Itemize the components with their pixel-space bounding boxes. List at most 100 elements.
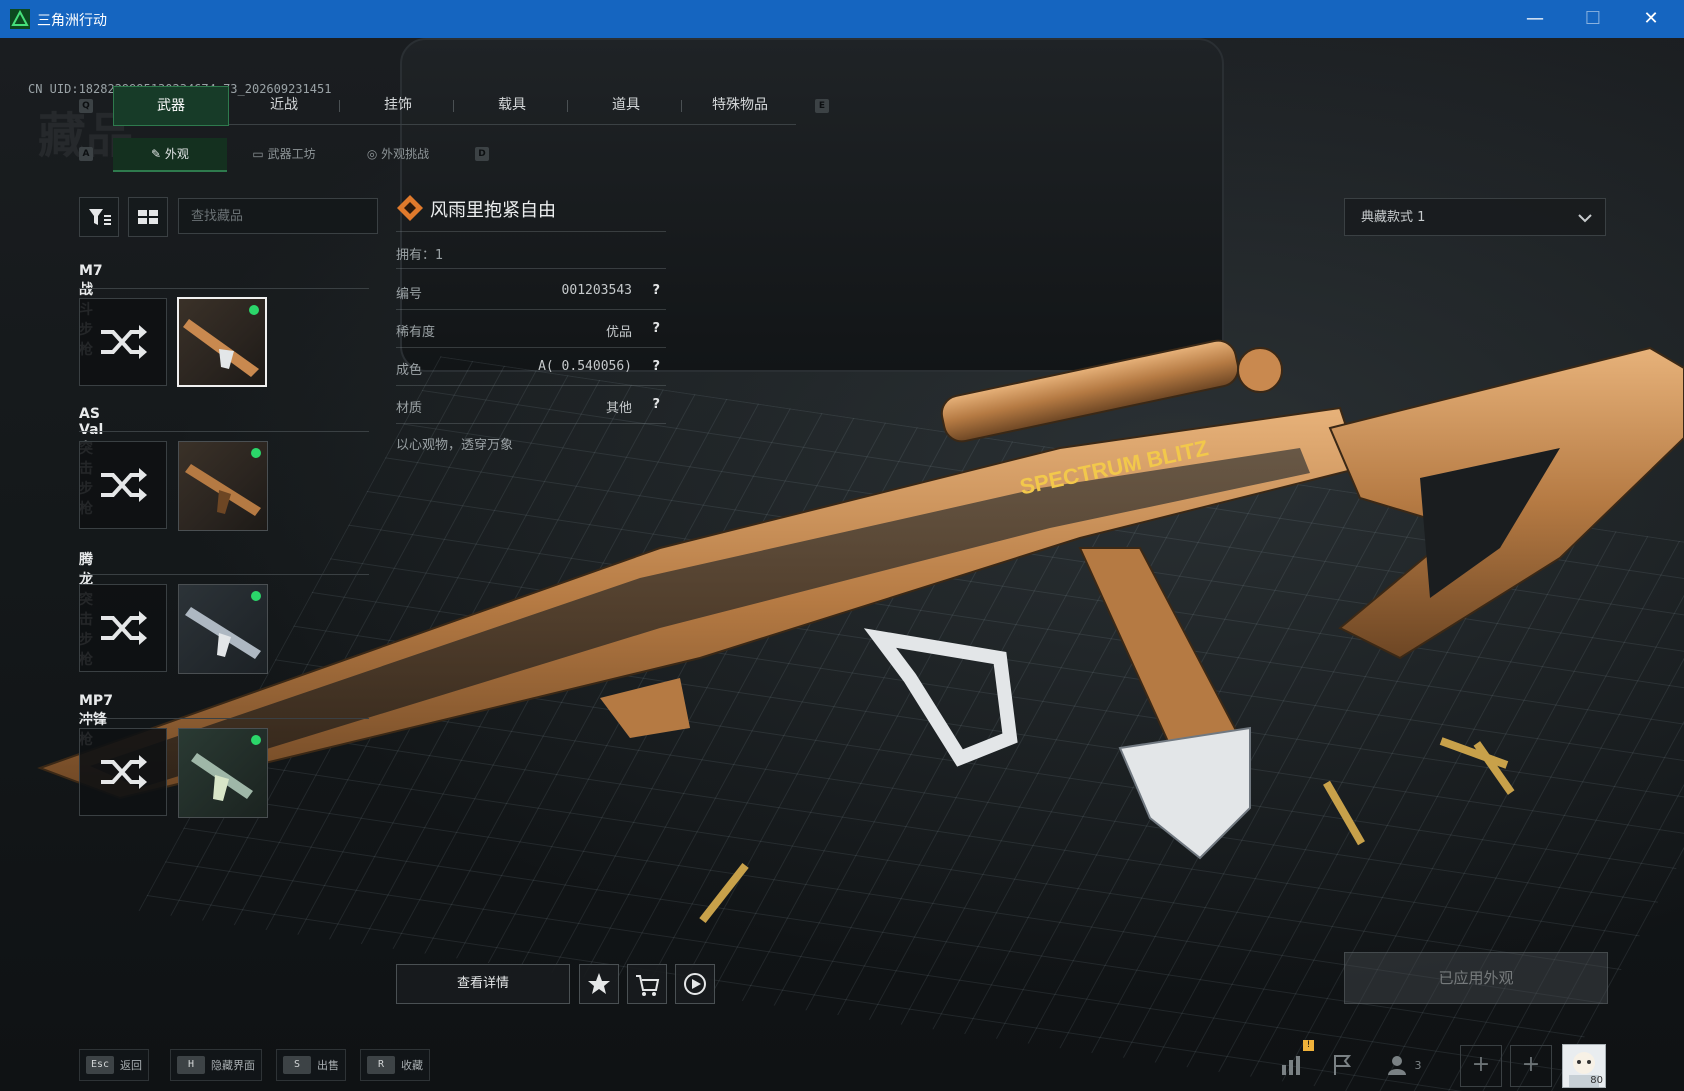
tab-vehicles[interactable]: 载具	[455, 86, 569, 124]
detail-label: 编号	[396, 287, 423, 302]
prev-category-key-hint: Q	[79, 99, 93, 113]
player-level: 80	[1590, 1075, 1603, 1086]
flag-button[interactable]	[1322, 1045, 1362, 1085]
tab-weapon-workshop[interactable]: ▭ 武器工坊	[227, 138, 341, 170]
help-icon[interactable]: ?	[652, 359, 660, 374]
preview-button[interactable]	[675, 964, 715, 1004]
category-tabs: 武器 近战 挂饰 载具 道具 特殊物品	[113, 86, 797, 126]
hint-label: 隐藏界面	[211, 1059, 255, 1072]
hint-label: 出售	[317, 1059, 339, 1072]
player-avatar[interactable]: 80	[1562, 1044, 1606, 1088]
random-skin-button[interactable]	[79, 728, 167, 816]
add-slot-button[interactable]: +	[1510, 1045, 1552, 1087]
tab-separator	[567, 100, 568, 112]
tab-weapons[interactable]: 武器	[113, 86, 229, 126]
sub-tabs: ✎ 外观 ▭ 武器工坊 ◎ 外观挑战	[113, 138, 513, 172]
scene-viewport[interactable]: 藏品 CN UID:1828229995130234674 73_2026092…	[0, 38, 1684, 1091]
detail-label: 成色	[396, 363, 423, 378]
window-titlebar: 三角洲行动 — ☐ ✕	[0, 0, 1684, 38]
detail-row-material: 材质 其他 ?	[396, 387, 666, 424]
tab-separator	[453, 100, 454, 112]
close-button[interactable]: ✕	[1622, 0, 1680, 38]
minimize-button[interactable]: —	[1506, 0, 1564, 38]
detail-value: 其他	[605, 401, 632, 416]
skin-title: 风雨里抱紧自由	[430, 200, 556, 221]
skin-thumbnail[interactable]	[178, 584, 268, 674]
favorite-hint[interactable]: R 收藏	[360, 1049, 430, 1081]
tab-special-items[interactable]: 特殊物品	[683, 86, 797, 124]
challenge-icon: ◎	[366, 147, 382, 161]
divider	[396, 268, 666, 269]
add-slot-button[interactable]: +	[1460, 1045, 1502, 1087]
sell-hint[interactable]: S 出售	[276, 1049, 346, 1081]
grid-icon	[138, 210, 158, 224]
detail-row-wear: 成色 A( 0.540056) ?	[396, 349, 666, 386]
friends-count: 3	[1414, 1058, 1422, 1072]
shuffle-icon	[101, 611, 147, 645]
filter-button[interactable]	[79, 197, 119, 237]
tab-melee[interactable]: 近战	[227, 86, 341, 124]
next-subtab-key-hint: D	[475, 147, 489, 161]
shuffle-icon	[101, 468, 147, 502]
view-details-button[interactable]: 查看详情	[396, 964, 570, 1004]
rarity-diamond-icon	[397, 195, 423, 221]
detail-row-serial: 编号 001203543 ?	[396, 273, 666, 310]
friends-button[interactable]: 3	[1384, 1045, 1424, 1085]
equipped-indicator	[249, 305, 259, 315]
detail-value: A( 0.540056)	[538, 359, 632, 374]
workshop-icon: ▭	[252, 147, 268, 161]
plus-icon: +	[1471, 1052, 1491, 1077]
key-cap: R	[367, 1056, 395, 1074]
style-dropdown[interactable]: 典藏款式 1	[1344, 198, 1606, 236]
skin-thumbnail[interactable]	[177, 297, 267, 387]
tab-appearance-label: 外观	[164, 147, 189, 161]
random-skin-button[interactable]	[79, 441, 167, 529]
back-hint[interactable]: Esc 返回	[79, 1049, 149, 1081]
key-cap: H	[177, 1056, 205, 1074]
flag-icon	[1334, 1055, 1352, 1075]
search-input[interactable]	[178, 198, 378, 234]
tab-appearance-challenge[interactable]: ◎ 外观挑战	[341, 138, 455, 170]
detail-label: 稀有度	[396, 325, 436, 340]
hint-label: 返回	[120, 1059, 142, 1072]
next-category-key-hint: E	[815, 99, 829, 113]
detail-row-rarity: 稀有度 优品 ?	[396, 311, 666, 348]
random-skin-button[interactable]	[79, 584, 167, 672]
hide-ui-hint[interactable]: H 隐藏界面	[170, 1049, 262, 1081]
stats-button[interactable]	[1272, 1045, 1312, 1085]
tab-separator	[339, 100, 340, 112]
tab-challenge-label: 外观挑战	[381, 147, 430, 161]
tab-separator	[681, 100, 682, 112]
tab-appearance[interactable]: ✎ 外观	[113, 138, 227, 172]
friends-icon	[1387, 1056, 1406, 1075]
favorite-button[interactable]	[579, 964, 619, 1004]
equipped-indicator	[251, 591, 261, 601]
owned-count: 拥有：1	[396, 248, 444, 263]
app-logo-icon	[10, 9, 30, 29]
market-button[interactable]	[627, 964, 667, 1004]
shuffle-icon	[101, 755, 147, 789]
tab-charms[interactable]: 挂饰	[341, 86, 455, 124]
key-cap: Esc	[86, 1056, 114, 1074]
bar-chart-icon	[1282, 1056, 1300, 1075]
maximize-button[interactable]: ☐	[1564, 0, 1622, 38]
skin-thumbnail[interactable]	[178, 728, 268, 818]
skin-thumbnail[interactable]	[178, 441, 268, 531]
key-cap: S	[283, 1056, 311, 1074]
star-icon	[588, 973, 610, 994]
equipped-indicator	[251, 448, 261, 458]
help-icon[interactable]: ?	[652, 321, 660, 336]
random-skin-button[interactable]	[79, 298, 167, 386]
window-title: 三角洲行动	[37, 13, 107, 29]
divider	[79, 288, 369, 289]
apply-skin-button[interactable]: 已应用外观	[1344, 952, 1608, 1004]
help-icon[interactable]: ?	[652, 397, 660, 412]
cart-icon	[636, 975, 660, 996]
style-dropdown-value: 典藏款式 1	[1361, 210, 1426, 225]
divider	[79, 574, 369, 575]
grid-view-button[interactable]	[128, 197, 168, 237]
filter-icon	[89, 209, 111, 225]
notification-badge: !	[1303, 1040, 1314, 1051]
tab-items[interactable]: 道具	[569, 86, 683, 124]
help-icon[interactable]: ?	[652, 283, 660, 298]
